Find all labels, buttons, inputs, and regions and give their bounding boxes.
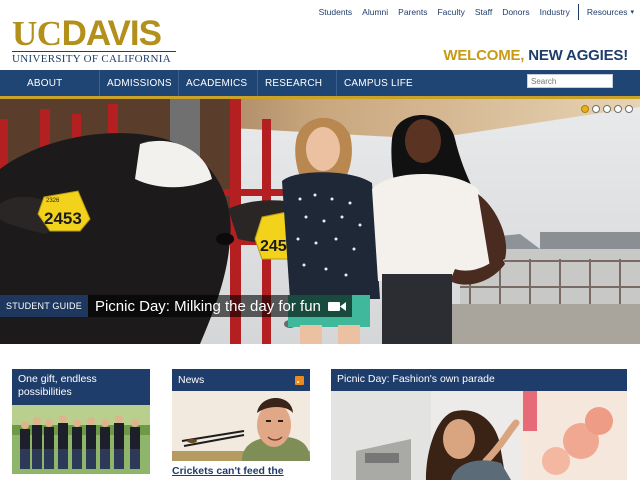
utility-link-faculty[interactable]: Faculty [437,7,464,17]
search-input[interactable] [527,74,613,88]
news-card-header[interactable]: News [172,369,310,391]
gift-card-title-line2: possibilities [18,386,72,398]
news-card-image[interactable] [172,391,310,461]
logo-subtitle: UNIVERSITY OF CALIFORNIA [12,53,171,65]
slide-indicators [581,105,633,113]
logo-davis: DAVIS [61,14,162,53]
logo-uc: UC [12,14,62,53]
hero-caption[interactable]: STUDENT GUIDE Picnic Day: Milking the da… [0,295,352,317]
utility-nav: Students Alumni Parents Faculty Staff Do… [309,4,634,20]
utility-divider [577,4,579,20]
nav-admissions[interactable]: ADMISSIONS [99,70,178,96]
resources-label: Resources [586,7,628,17]
new-aggies-text: NEW AGGIES! [528,47,628,64]
nav-about[interactable]: ABOUT [20,70,99,96]
slide-dot-2[interactable] [592,105,600,113]
gift-card-header[interactable]: One gift, endless possibilities [12,369,150,405]
news-card-title: News [178,373,205,386]
slide-dot-5[interactable] [625,105,633,113]
ucdavis-logo[interactable]: UC DAVIS UNIVERSITY OF CALIFORNIA [12,14,180,65]
hero-slideshow[interactable]: 2326 2453 2451 STUDENT GUIDE Picnic Day:… [0,99,640,344]
hero-caption-title: Picnic Day: Milking the day for fun [94,297,321,315]
main-nav: ABOUT ADMISSIONS ACADEMICS RESEARCH CAMP… [0,70,640,96]
utility-link-students[interactable]: Students [319,7,353,17]
welcome-text: WELCOME, [443,47,525,64]
fashion-card-header[interactable]: Picnic Day: Fashion's own parade [331,369,627,391]
nav-campus-life[interactable]: CAMPUS LIFE [336,70,426,96]
resources-dropdown[interactable]: Resources ▾ [587,7,634,17]
hero-caption-tag[interactable]: STUDENT GUIDE [0,295,88,317]
ear-tag-1-small-number: 2326 [46,198,60,204]
gift-card-title-line1: One gift, endless [18,373,97,385]
fashion-card[interactable]: Picnic Day: Fashion's own parade [331,369,627,480]
fashion-card-image[interactable] [331,391,627,480]
nav-research[interactable]: RESEARCH [257,70,336,96]
video-camera-icon [327,301,346,312]
news-headline-link[interactable]: Crickets can't feed the [172,465,310,477]
utility-link-staff[interactable]: Staff [475,7,492,17]
hero-caption-title-box[interactable]: Picnic Day: Milking the day for fun [87,295,352,317]
utility-link-alumni[interactable]: Alumni [362,7,388,17]
news-card[interactable]: News Crickets can't feed the [172,369,310,477]
utility-link-parents[interactable]: Parents [398,7,427,17]
welcome-banner[interactable]: WELCOME, NEW AGGIES! [443,47,628,64]
gift-card[interactable]: One gift, endless possibilities [12,369,150,474]
slide-dot-3[interactable] [603,105,611,113]
nav-academics[interactable]: ACADEMICS [178,70,257,96]
fashion-card-title: Picnic Day: Fashion's own parade [337,373,495,385]
gift-card-image[interactable] [12,405,150,474]
utility-link-industry[interactable]: Industry [540,7,570,17]
rss-icon[interactable] [295,375,304,385]
utility-link-donors[interactable]: Donors [502,7,529,17]
slide-dot-4[interactable] [614,105,622,113]
chevron-down-icon: ▾ [630,9,634,16]
ear-tag-1-number: 2453 [44,209,82,228]
slide-dot-1[interactable] [581,105,589,113]
